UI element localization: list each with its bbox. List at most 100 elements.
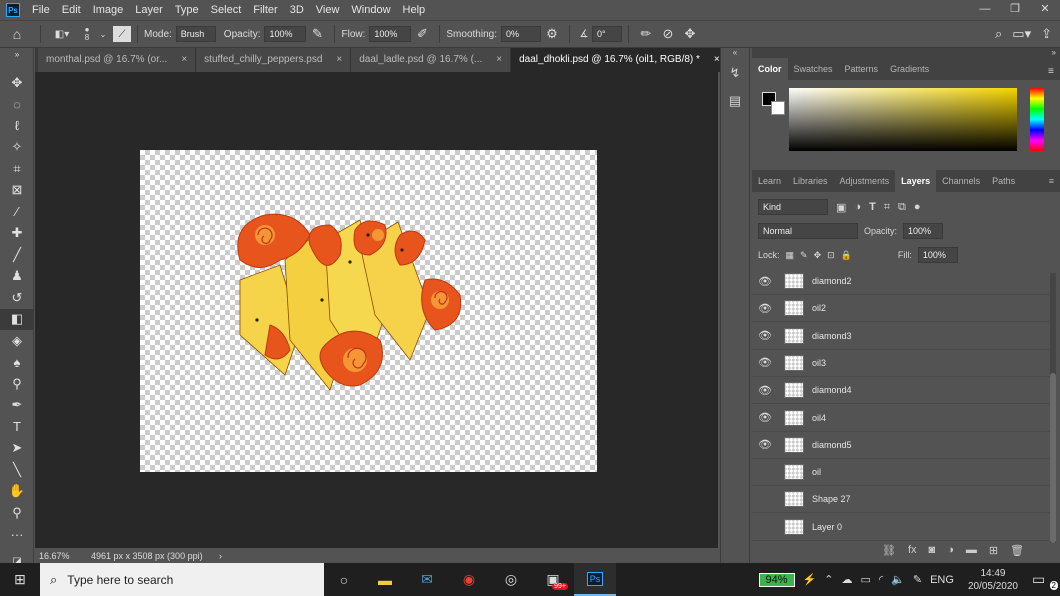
layer-name[interactable]: diamond5	[812, 440, 852, 450]
mode-select[interactable]: Brush	[175, 26, 216, 42]
battery-indicator[interactable]: 94%	[758, 572, 795, 587]
eraser-tool-icon[interactable]: ◧	[0, 308, 34, 330]
workspace-icon[interactable]: ▭▾	[1012, 26, 1031, 42]
menu-window[interactable]: Window	[345, 4, 396, 16]
layer-name[interactable]: oil3	[812, 358, 826, 368]
history-brush-tool-icon[interactable]: ↺	[0, 287, 34, 309]
dodge-tool-icon[interactable]: ⚲	[0, 373, 34, 395]
filter-shape-icon[interactable]: ⌗	[884, 201, 890, 214]
menu-help[interactable]: Help	[397, 4, 432, 16]
tray-chevron-icon[interactable]: ⌃	[824, 573, 833, 586]
layer-thumbnail[interactable]	[784, 354, 804, 371]
blur-tool-icon[interactable]: ♠	[0, 352, 34, 374]
clock[interactable]: 14:49 20/05/2020	[968, 567, 1018, 593]
brush-settings-icon[interactable]: ⟋	[113, 26, 131, 42]
type-tool-icon[interactable]: T	[0, 416, 34, 438]
fx-icon[interactable]: fx	[908, 544, 917, 557]
visibility-eye-icon[interactable]: 👁	[752, 329, 778, 342]
lock-pixels-icon[interactable]: ✎	[800, 250, 808, 261]
close-button[interactable]: ✕	[1030, 0, 1060, 20]
volume-icon[interactable]: 🔈	[891, 573, 905, 586]
hue-slider[interactable]	[1030, 88, 1044, 151]
menu-edit[interactable]: Edit	[56, 4, 87, 16]
tab-color[interactable]: Color	[752, 58, 788, 80]
pen-tool-icon[interactable]: ✒	[0, 395, 34, 417]
tab-adjustments[interactable]: Adjustments	[834, 170, 896, 192]
tab-stuffed-chilly[interactable]: stuffed_chilly_peppers.psd ×	[196, 48, 352, 72]
visibility-eye-icon[interactable]: 👁	[752, 275, 778, 288]
layer-thumbnail[interactable]	[784, 518, 804, 535]
layer-name[interactable]: diamond4	[812, 385, 852, 395]
photoshop-taskbar-icon[interactable]: Ps	[574, 563, 616, 596]
visibility-eye-icon[interactable]: 👁	[752, 438, 778, 451]
color-picker-field[interactable]	[789, 88, 1017, 151]
layers-scrollbar[interactable]	[1050, 273, 1056, 543]
zoom-tool-icon[interactable]: ⚲	[0, 502, 34, 524]
tab-gradients[interactable]: Gradients	[884, 58, 935, 80]
lasso-tool-icon[interactable]: ℓ	[0, 115, 34, 137]
cortana-icon[interactable]: ○	[324, 563, 364, 596]
path-select-tool-icon[interactable]: ➤	[0, 438, 34, 460]
notifications-icon[interactable]: ▭ 2	[1032, 571, 1060, 590]
layer-name[interactable]: oil4	[812, 413, 826, 423]
new-layer-icon[interactable]: ⊞	[989, 544, 998, 557]
visibility-eye-icon[interactable]: 👁	[752, 356, 778, 369]
line-tool-icon[interactable]: ╲	[0, 459, 34, 481]
visibility-eye-icon[interactable]: 👁	[752, 411, 778, 424]
language-indicator[interactable]: ENG	[930, 574, 954, 586]
layer-thumbnail[interactable]	[784, 436, 804, 453]
crop-tool-icon[interactable]: ⌗	[0, 158, 34, 180]
visibility-eye-icon[interactable]: 👁	[752, 302, 778, 315]
layer-thumbnail[interactable]	[784, 273, 804, 289]
visibility-eye-icon[interactable]: 👁	[752, 384, 778, 397]
flow-field[interactable]: 100%	[369, 26, 412, 42]
pressure-size-icon[interactable]: ✏	[635, 26, 657, 42]
link-layers-icon[interactable]: ⛓	[882, 544, 896, 557]
filter-toggle-icon[interactable]: ●	[914, 201, 921, 213]
scrollbar-thumb[interactable]	[1050, 373, 1056, 543]
tab-paths[interactable]: Paths	[986, 170, 1021, 192]
panel-menu-icon[interactable]: ≡	[1043, 170, 1060, 192]
fill-field[interactable]: 100%	[917, 247, 958, 263]
filter-smart-object-icon[interactable]: ⧉	[898, 201, 906, 214]
menu-filter[interactable]: Filter	[247, 4, 283, 16]
layer-row[interactable]: oil	[752, 459, 1052, 487]
filter-kind-select[interactable]: Kind	[758, 199, 828, 215]
collapse-icon[interactable]: »	[752, 48, 1060, 58]
marquee-tool-icon[interactable]: ◌	[0, 94, 34, 116]
layer-row[interactable]: Shape 27	[752, 486, 1052, 514]
tab-patterns[interactable]: Patterns	[839, 58, 885, 80]
adjustment-layer-icon[interactable]: ◑	[947, 544, 954, 557]
properties-panel-icon[interactable]: ▤	[721, 86, 749, 116]
menu-3d[interactable]: 3D	[284, 4, 310, 16]
menu-layer[interactable]: Layer	[129, 4, 169, 16]
filter-pixel-icon[interactable]: ▣	[836, 201, 846, 214]
eyedropper-tool-icon[interactable]: ⁄	[0, 201, 34, 223]
minimize-button[interactable]: —	[970, 0, 1000, 20]
panel-menu-icon[interactable]: ≡	[1048, 66, 1054, 77]
move-tool-icon[interactable]: ✥	[0, 72, 34, 94]
frame-tool-icon[interactable]: ⊠	[0, 180, 34, 202]
layer-row[interactable]: 👁 diamond2	[752, 268, 1052, 295]
symmetry-icon[interactable]: ✥	[679, 26, 701, 42]
history-panel-icon[interactable]: ↯	[721, 60, 749, 86]
eraser-preset-icon[interactable]: ◧▾	[47, 29, 77, 40]
layer-thumbnail[interactable]	[784, 300, 804, 317]
collapse-icon[interactable]: «	[721, 48, 749, 60]
layer-thumbnail[interactable]	[784, 382, 804, 399]
file-explorer-icon[interactable]: ▬	[364, 563, 406, 596]
tab-layers[interactable]: Layers	[895, 170, 937, 192]
taskbar-search[interactable]: ⌕ Type here to search	[40, 563, 324, 596]
smoothing-field[interactable]: 0%	[500, 26, 541, 42]
menu-view[interactable]: View	[310, 4, 346, 16]
search-icon[interactable]: ⌕	[995, 26, 1002, 42]
photos-icon[interactable]: ▣ 99+	[532, 563, 574, 596]
close-icon[interactable]: ×	[496, 48, 502, 72]
close-icon[interactable]: ×	[336, 48, 342, 72]
home-icon[interactable]: ⌂	[0, 26, 34, 42]
delete-layer-icon[interactable]: 🗑	[1010, 544, 1024, 557]
add-mask-icon[interactable]: ◙	[929, 544, 936, 557]
onedrive-icon[interactable]: ☁	[842, 573, 853, 586]
menu-image[interactable]: Image	[87, 4, 130, 16]
gear-icon[interactable]: ⚙	[541, 26, 563, 42]
